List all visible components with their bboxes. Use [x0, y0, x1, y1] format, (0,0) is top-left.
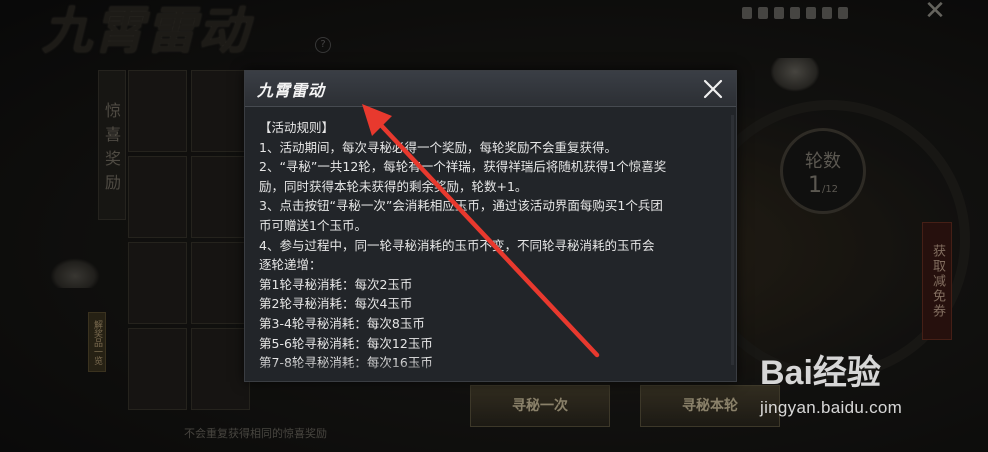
- watermark-url: jingyan.baidu.com: [760, 398, 903, 417]
- rules-line: 励，同时获得本轮未获得的剩余奖励，轮数+1。: [259, 178, 528, 194]
- dialog-title: 九霄雷动: [257, 81, 326, 100]
- scroll-fade: [245, 359, 736, 381]
- dialog-header: 九霄雷动: [245, 71, 736, 107]
- close-icon[interactable]: [698, 74, 728, 104]
- rules-line: 逐轮递增：: [259, 257, 322, 273]
- rules-line: 4、参与过程中，同一轮寻秘消耗的玉币不变，不同轮寻秘消耗的玉币会: [259, 237, 655, 253]
- rules-line: 3、点击按钮“寻秘一次”会消耗相应玉币，通过该活动界面每购买1个兵团: [259, 198, 663, 214]
- rules-line: 第2轮寻秘消耗：每次4玉币: [259, 296, 413, 312]
- baidu-jingyan-watermark: Bai经验 jingyan.baidu.com: [760, 352, 970, 428]
- rules-line: 第3-4轮寻秘消耗：每次8玉币: [259, 315, 425, 331]
- rules-line: 币可赠送1个玉币。: [259, 217, 367, 233]
- rules-dialog: 九霄雷动 【活动规则】 1、活动期间，每次寻秘必得一个奖励，每轮奖励不会重复获得…: [244, 70, 737, 382]
- rules-line: 第5-6轮寻秘消耗：每次12玉币: [259, 335, 433, 351]
- rules-line: 【活动规则】: [259, 120, 335, 135]
- rules-line: 2、“寻秘”一共12轮，每轮有一个祥瑞，获得祥瑞后将随机获得1个惊喜奖: [259, 159, 667, 175]
- watermark-logo: Bai经验: [760, 354, 881, 392]
- rules-line: 1、活动期间，每次寻秘必得一个奖励，每轮奖励不会重复获得。: [259, 139, 617, 155]
- rules-text[interactable]: 【活动规则】 1、活动期间，每次寻秘必得一个奖励，每轮奖励不会重复获得。 2、“…: [245, 107, 736, 381]
- scrollbar[interactable]: [731, 115, 734, 365]
- rules-line: 第1轮寻秘消耗：每次2玉币: [259, 276, 413, 292]
